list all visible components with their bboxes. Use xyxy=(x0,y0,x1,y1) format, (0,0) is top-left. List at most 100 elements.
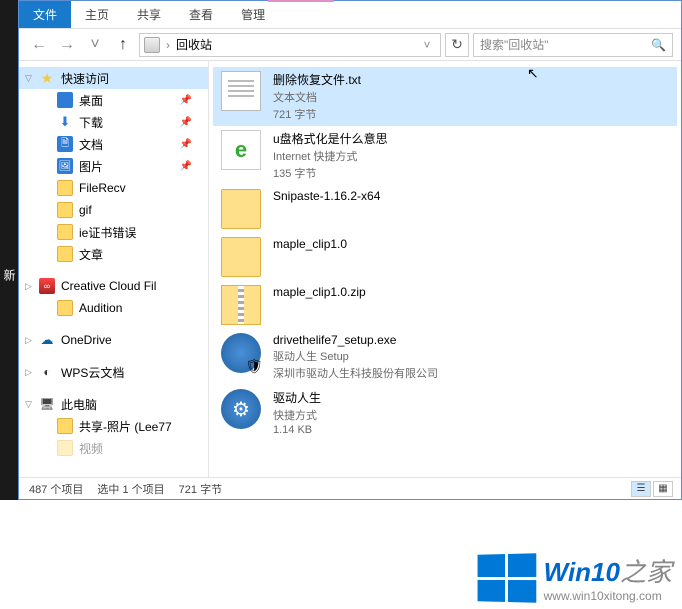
tree-label: 文章 xyxy=(79,246,103,263)
tree-audition[interactable]: Audition xyxy=(19,297,208,319)
folder-icon xyxy=(57,202,73,218)
file-name: drivethelife7_setup.exe xyxy=(273,333,438,347)
search-input[interactable]: 搜索"回收站" 🔍 xyxy=(473,33,673,57)
view-details-button[interactable]: ☰ xyxy=(631,481,651,497)
search-placeholder: 搜索"回收站" xyxy=(480,36,549,53)
download-icon: ⬇ xyxy=(57,114,73,130)
windows-logo-icon xyxy=(477,553,536,603)
file-size: 深圳市驱动人生科技股份有限公司 xyxy=(273,365,438,381)
file-row[interactable]: maple_clip1.0 xyxy=(213,233,677,281)
file-row[interactable]: eu盘格式化是什么意思Internet 快捷方式135 字节 xyxy=(213,126,677,185)
folder-icon xyxy=(57,180,73,196)
documents-icon: 🗎 xyxy=(57,136,73,152)
watermark-title-suffix: 之家 xyxy=(620,557,672,587)
tree-label: 图片 xyxy=(79,158,103,175)
tree-filerecv[interactable]: FileRecv xyxy=(19,177,208,199)
tree-ie-error[interactable]: ie证书错误 xyxy=(19,221,208,243)
file-type: Internet 快捷方式 xyxy=(273,148,388,164)
desktop-left-strip: 新 xyxy=(0,0,18,500)
tree-desktop[interactable]: 桌面 📌 xyxy=(19,89,208,111)
refresh-button[interactable]: ↻ xyxy=(445,33,469,57)
tree-quick-access[interactable]: ▽ ★ 快速访问 xyxy=(19,67,208,89)
tree-label: 文档 xyxy=(79,136,103,153)
tree-label: 快速访问 xyxy=(61,70,109,87)
tree-label: 此电脑 xyxy=(61,396,97,413)
pin-icon: 📌 xyxy=(180,117,192,128)
tree-label: OneDrive xyxy=(61,333,112,347)
tab-file[interactable]: 文件 xyxy=(19,1,71,28)
tree-label: 下载 xyxy=(79,114,103,131)
search-icon: 🔍 xyxy=(651,38,666,52)
file-size: 721 字节 xyxy=(273,106,361,122)
file-type: 文本文档 xyxy=(273,89,361,105)
tab-manage[interactable]: 管理 xyxy=(227,1,279,28)
file-row[interactable]: ⚙驱动人生快捷方式1.14 KB xyxy=(213,385,677,440)
tab-view[interactable]: 查看 xyxy=(175,1,227,28)
tree-label: ie证书错误 xyxy=(79,224,136,241)
file-size: 135 字节 xyxy=(273,165,388,181)
recycle-bin-icon xyxy=(144,37,160,53)
view-mode-buttons: ☰ ▦ xyxy=(631,481,673,497)
file-row[interactable]: Snipaste-1.16.2-x64 xyxy=(213,185,677,233)
tree-wps[interactable]: ▷ ◐ WPS云文档 xyxy=(19,361,208,383)
file-name: u盘格式化是什么意思 xyxy=(273,130,388,147)
status-selection: 选中 1 个项目 xyxy=(97,481,164,497)
file-row[interactable]: maple_clip1.0.zip xyxy=(213,281,677,329)
chevron-down-icon: ▽ xyxy=(25,73,32,84)
chevron-down-icon: ▽ xyxy=(25,399,32,410)
nav-recent-dropdown[interactable]: ˅ xyxy=(83,33,107,57)
tree-onedrive[interactable]: ▷ ☁ OneDrive xyxy=(19,329,208,351)
nav-forward-button[interactable]: → xyxy=(55,33,79,57)
onedrive-icon: ☁ xyxy=(39,332,55,348)
folder-icon xyxy=(57,440,73,456)
address-dropdown-icon[interactable]: ˅ xyxy=(418,38,436,52)
file-name: maple_clip1.0.zip xyxy=(273,285,366,299)
nav-up-button[interactable]: ↑ xyxy=(111,33,135,57)
pc-icon: 🖥 xyxy=(39,396,55,412)
file-name: 删除恢复文件.txt xyxy=(273,71,361,88)
status-item-count: 487 个项目 xyxy=(29,481,83,497)
tree-label: 共享-照片 (Lee77 xyxy=(79,418,172,435)
tree-creative-cloud[interactable]: ▷ ∞ Creative Cloud Fil xyxy=(19,275,208,297)
tree-pictures[interactable]: 🖼 图片 📌 xyxy=(19,155,208,177)
ribbon-tabs: 文件 主页 共享 查看 管理 xyxy=(19,1,681,29)
tab-home[interactable]: 主页 xyxy=(71,1,123,28)
status-size: 721 字节 xyxy=(179,481,222,497)
watermark-title: Win10之家 xyxy=(544,552,672,589)
tree-documents[interactable]: 🗎 文档 📌 xyxy=(19,133,208,155)
address-location: 回收站 xyxy=(176,36,212,53)
creative-cloud-icon: ∞ xyxy=(39,278,55,294)
tree-share-photos[interactable]: 共享-照片 (Lee77 xyxy=(19,415,208,437)
file-row[interactable]: drivethelife7_setup.exe驱动人生 Setup深圳市驱动人生… xyxy=(213,329,677,385)
tree-label: FileRecv xyxy=(79,181,126,195)
watermark: Win10之家 www.win10xitong.com xyxy=(476,552,672,603)
tree-label: gif xyxy=(79,203,92,217)
star-icon: ★ xyxy=(39,70,55,86)
tree-label: 桌面 xyxy=(79,92,103,109)
file-name: maple_clip1.0 xyxy=(273,237,347,251)
tree-gif[interactable]: gif xyxy=(19,199,208,221)
nav-back-button[interactable]: ← xyxy=(27,33,51,57)
file-name: Snipaste-1.16.2-x64 xyxy=(273,189,380,203)
address-bar[interactable]: › 回收站 ˅ xyxy=(139,33,441,57)
explorer-window: 回收站工具 文件 主页 共享 查看 管理 ← → ˅ ↑ › 回收站 ˅ ↻ 搜… xyxy=(18,0,682,500)
folder-icon xyxy=(57,300,73,316)
tree-label: 视频 xyxy=(79,440,103,457)
file-row[interactable]: 删除恢复文件.txt文本文档721 字节 xyxy=(213,67,677,126)
chevron-right-icon: ▷ xyxy=(25,367,32,378)
file-name: 驱动人生 xyxy=(273,389,321,406)
wps-icon: ◐ xyxy=(39,364,55,380)
desktop-icon xyxy=(57,92,73,108)
tree-downloads[interactable]: ⬇ 下载 📌 xyxy=(19,111,208,133)
tree-this-pc[interactable]: ▽ 🖥 此电脑 xyxy=(19,393,208,415)
tree-videos[interactable]: 视频 xyxy=(19,437,208,459)
tree-articles[interactable]: 文章 xyxy=(19,243,208,265)
folder-icon xyxy=(57,246,73,262)
navigation-bar: ← → ˅ ↑ › 回收站 ˅ ↻ 搜索"回收站" 🔍 xyxy=(19,29,681,61)
chevron-right-icon: ▷ xyxy=(25,335,32,346)
tree-label: WPS云文档 xyxy=(61,364,124,381)
view-icons-button[interactable]: ▦ xyxy=(653,481,673,497)
tree-label: Creative Cloud Fil xyxy=(61,279,156,293)
watermark-title-main: Win10 xyxy=(544,557,620,587)
tab-share[interactable]: 共享 xyxy=(123,1,175,28)
